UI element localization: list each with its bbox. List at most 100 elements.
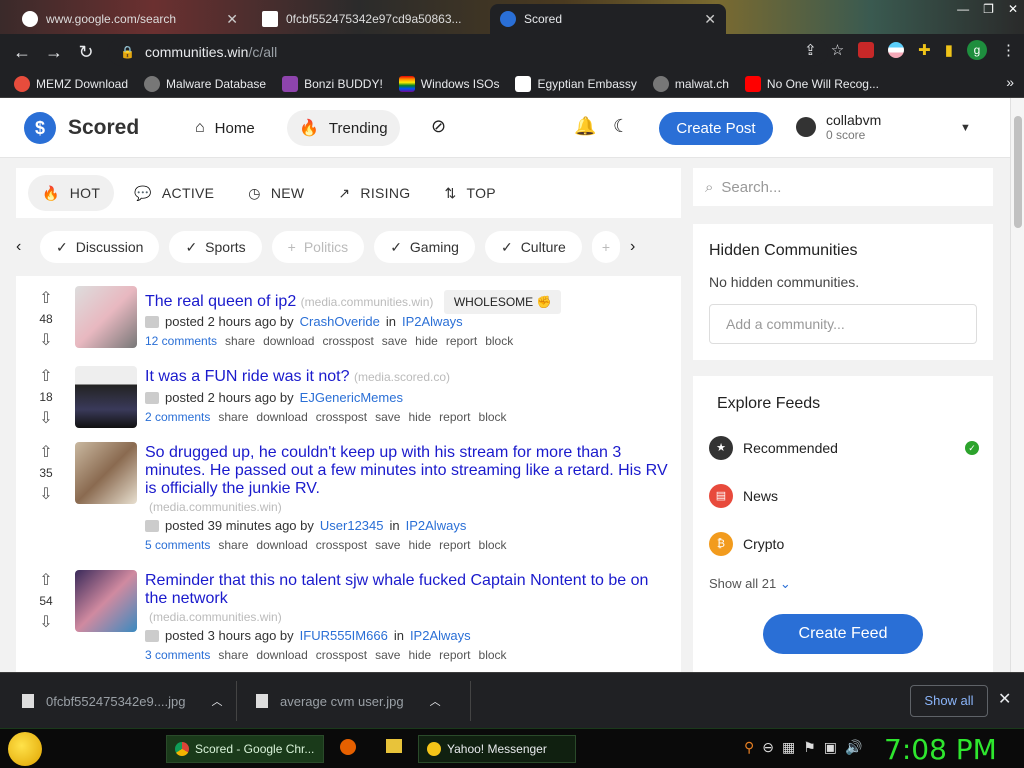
bookmark-item[interactable]: No One Will Recog... bbox=[744, 75, 879, 92]
share-icon[interactable]: ⇪ bbox=[804, 41, 817, 59]
downvote-icon[interactable]: ⇩ bbox=[36, 330, 56, 350]
crosspost-link[interactable]: crosspost bbox=[322, 334, 373, 348]
firefox-icon[interactable] bbox=[340, 739, 356, 755]
feed-recommended[interactable]: ★ Recommended ✓ bbox=[709, 436, 979, 460]
create-feed-button[interactable]: Create Feed bbox=[763, 614, 923, 654]
download-item[interactable]: 0fcbf552475342e9....jpg ︿ bbox=[0, 673, 236, 729]
chevron-more-icon[interactable]: » bbox=[1006, 74, 1014, 90]
post-title[interactable]: The real queen of ip2 (media.communities… bbox=[145, 290, 675, 314]
comments-link[interactable]: 12 comments bbox=[145, 334, 217, 348]
close-window-icon[interactable]: ✕ bbox=[1008, 2, 1018, 16]
site-logo[interactable]: $ Scored bbox=[24, 112, 139, 144]
post-thumbnail[interactable] bbox=[75, 442, 137, 504]
crosspost-link[interactable]: crosspost bbox=[316, 410, 367, 424]
downvote-icon[interactable]: ⇩ bbox=[36, 612, 56, 632]
chevron-up-icon[interactable]: ︿ bbox=[212, 693, 223, 709]
close-icon[interactable]: ✕ bbox=[998, 689, 1011, 709]
nav-home[interactable]: ⌂ Home bbox=[183, 110, 267, 146]
save-link[interactable]: save bbox=[375, 538, 400, 552]
show-all-downloads-button[interactable]: Show all bbox=[910, 685, 988, 717]
report-link[interactable]: report bbox=[439, 538, 470, 552]
post-domain[interactable]: (media.communities.win) bbox=[149, 610, 282, 624]
chevron-down-icon[interactable]: ▼ bbox=[960, 122, 971, 134]
community-link[interactable]: IP2Always bbox=[406, 518, 467, 533]
clipboard-icon[interactable]: ▦ bbox=[782, 739, 795, 756]
reload-icon[interactable]: ↻ bbox=[70, 42, 102, 63]
bookmark-item[interactable]: Bonzi BUDDY! bbox=[282, 75, 383, 92]
minimize-icon[interactable]: — bbox=[957, 2, 969, 16]
clock[interactable]: 7:08 PM bbox=[884, 733, 997, 766]
bookmark-item[interactable]: Egyptian Embassy bbox=[515, 75, 637, 92]
bookmark-item[interactable]: MEMZ Download bbox=[14, 75, 128, 92]
profile-avatar[interactable]: g bbox=[967, 40, 987, 60]
bookmark-item[interactable]: Windows ISOs bbox=[398, 75, 499, 92]
share-link[interactable]: share bbox=[218, 648, 248, 662]
download-item[interactable]: average cvm user.jpg ︿ bbox=[234, 673, 470, 729]
share-link[interactable]: share bbox=[225, 334, 255, 348]
download-link[interactable]: download bbox=[256, 648, 307, 662]
post-author-link[interactable]: IFUR555IM666 bbox=[300, 628, 388, 643]
comments-link[interactable]: 3 comments bbox=[145, 648, 210, 662]
bookmark-item[interactable]: malwat.ch bbox=[652, 75, 729, 92]
post-title[interactable]: It was a FUN ride was it not? (media.sco… bbox=[145, 368, 675, 386]
sort-active[interactable]: 💬 ACTIVE bbox=[120, 175, 228, 211]
create-post-button[interactable]: Create Post bbox=[659, 112, 773, 145]
crosspost-link[interactable]: crosspost bbox=[316, 538, 367, 552]
block-link[interactable]: block bbox=[479, 410, 507, 424]
close-icon[interactable]: ✕ bbox=[226, 11, 238, 28]
download-link[interactable]: download bbox=[263, 334, 314, 348]
upvote-icon[interactable]: ⇧ bbox=[36, 570, 56, 590]
maximize-icon[interactable]: ❐ bbox=[983, 2, 994, 16]
search-input[interactable]: ⌕ Search... bbox=[693, 168, 993, 206]
flag-extension-icon[interactable] bbox=[888, 42, 905, 58]
user-menu[interactable]: collabvm 0 score bbox=[796, 112, 881, 142]
folder-icon[interactable] bbox=[386, 739, 402, 753]
scrollbar-thumb[interactable] bbox=[1014, 116, 1022, 228]
save-link[interactable]: save bbox=[375, 410, 400, 424]
post-title[interactable]: So drugged up, he couldn't keep up with … bbox=[145, 444, 675, 516]
chevron-up-icon[interactable]: ︿ bbox=[430, 693, 441, 709]
sort-rising[interactable]: ↗ RISING bbox=[324, 175, 424, 211]
chip-sports[interactable]: ✓ Sports bbox=[169, 231, 262, 263]
sort-hot[interactable]: 🔥 HOT bbox=[28, 175, 115, 211]
url-input[interactable]: 🔒 communities.win/c/all bbox=[108, 38, 828, 66]
block-link[interactable]: block bbox=[485, 334, 513, 348]
downvote-icon[interactable]: ⇩ bbox=[36, 408, 56, 428]
post-author-link[interactable]: CrashOveride bbox=[300, 314, 380, 329]
hide-link[interactable]: hide bbox=[415, 334, 438, 348]
chip-discussion[interactable]: ✓ Discussion bbox=[40, 231, 160, 263]
forward-icon[interactable]: → bbox=[38, 42, 70, 63]
download-link[interactable]: download bbox=[256, 538, 307, 552]
community-link[interactable]: IP2Always bbox=[410, 628, 471, 643]
post-domain[interactable]: (media.communities.win) bbox=[149, 500, 282, 514]
chip-politics[interactable]: + Politics bbox=[271, 231, 365, 263]
block-link[interactable]: block bbox=[479, 538, 507, 552]
page-scrollbar[interactable] bbox=[1010, 98, 1024, 672]
post-title[interactable]: Reminder that this no talent sjw whale f… bbox=[145, 572, 675, 626]
task-yahoo-messenger[interactable]: Yahoo! Messenger bbox=[418, 735, 576, 763]
sidepanel-icon[interactable]: ▮ bbox=[945, 41, 953, 59]
compass-icon[interactable]: ⊘ bbox=[431, 116, 446, 137]
sort-top[interactable]: ⇅ TOP bbox=[430, 175, 509, 211]
tab-scored[interactable]: Scored ✕ bbox=[490, 4, 726, 34]
report-link[interactable]: report bbox=[446, 334, 477, 348]
upvote-icon[interactable]: ⇧ bbox=[36, 366, 56, 386]
back-icon[interactable]: ← bbox=[6, 42, 38, 63]
hide-link[interactable]: hide bbox=[408, 410, 431, 424]
chevron-right-icon[interactable]: › bbox=[630, 238, 644, 256]
save-link[interactable]: save bbox=[375, 648, 400, 662]
menu-kebab-icon[interactable]: ⋮ bbox=[1001, 41, 1016, 59]
post-domain[interactable]: (media.scored.co) bbox=[354, 370, 450, 384]
block-link[interactable]: block bbox=[479, 648, 507, 662]
speaker-icon[interactable]: 🔊 bbox=[845, 739, 862, 756]
close-icon[interactable]: ✕ bbox=[704, 11, 716, 28]
post-author-link[interactable]: User12345 bbox=[320, 518, 384, 533]
report-link[interactable]: report bbox=[439, 410, 470, 424]
share-link[interactable]: share bbox=[218, 410, 248, 424]
search-tray-icon[interactable]: ⚲ bbox=[744, 739, 754, 756]
puzzle-icon[interactable]: ✚ bbox=[918, 41, 931, 59]
flag-icon[interactable]: ⚑ bbox=[803, 739, 816, 756]
post-title-text[interactable]: Reminder that this no talent sjw whale f… bbox=[145, 572, 648, 607]
post-thumbnail[interactable] bbox=[75, 366, 137, 428]
moon-icon[interactable]: ☾ bbox=[613, 116, 629, 137]
